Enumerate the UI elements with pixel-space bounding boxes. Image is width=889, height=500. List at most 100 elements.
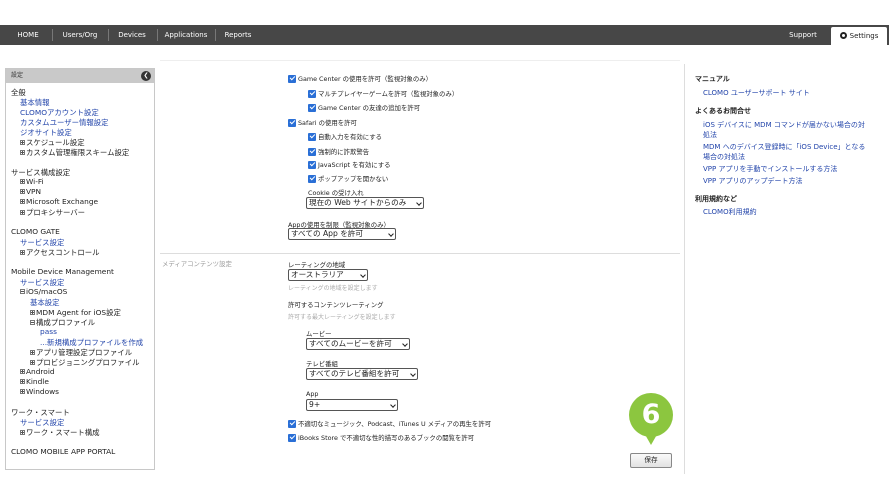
allowed-ratings-hint: 許可する最大レーティングを設定します bbox=[288, 314, 396, 321]
rating-region-hint: レーティングの地域を設定します bbox=[288, 285, 378, 292]
expand-icon[interactable] bbox=[30, 360, 35, 365]
nav-home[interactable]: HOME bbox=[8, 25, 48, 45]
faq-link[interactable]: VPP アプリのアップデート方法 bbox=[703, 176, 802, 186]
add-friends-checkbox[interactable]: Game Center の友達の追加を許可 bbox=[308, 103, 420, 112]
select-value: オーストラリア bbox=[291, 270, 344, 279]
sidebar-item[interactable]: プロキシサーバー bbox=[20, 207, 85, 218]
expand-icon[interactable] bbox=[20, 250, 25, 255]
app-rating-select[interactable]: 9+ bbox=[306, 399, 398, 411]
sidebar-item-label: iOS/macOS bbox=[26, 287, 68, 296]
expand-icon[interactable] bbox=[20, 369, 25, 374]
expand-icon[interactable] bbox=[20, 379, 25, 384]
expand-icon[interactable] bbox=[20, 210, 25, 215]
sidebar-item-label: CLOMOアカウント設定 bbox=[20, 108, 99, 117]
nav-divider bbox=[108, 29, 109, 41]
sidebar-item-label: ワーク・スマート bbox=[11, 408, 70, 417]
expand-icon[interactable] bbox=[20, 179, 25, 184]
sidebar-item-label: プロキシサーバー bbox=[26, 208, 86, 217]
support-site-link[interactable]: CLOMO ユーザーサポート サイト bbox=[703, 88, 810, 98]
save-button[interactable]: 保存 bbox=[630, 453, 672, 468]
nav-settings-tab[interactable]: Settings bbox=[831, 27, 887, 45]
nav-divider bbox=[157, 29, 158, 41]
sidebar-item-label: pass bbox=[40, 327, 57, 336]
nav-applications[interactable]: Applications bbox=[160, 25, 212, 45]
sidebar-group-heading: Mobile Device Management bbox=[11, 267, 114, 276]
checkbox-label: Game Center の友達の追加を許可 bbox=[318, 104, 421, 112]
faq-link[interactable]: iOS デバイスに MDM コマンドが届かない場合の対 bbox=[703, 120, 865, 130]
expand-icon[interactable] bbox=[20, 199, 25, 204]
collapse-icon[interactable]: ❮ bbox=[141, 71, 151, 81]
nav-reports[interactable]: Reports bbox=[218, 25, 258, 45]
sidebar-item-label: Windows bbox=[26, 387, 59, 396]
sidebar-item-label: 全般 bbox=[11, 88, 26, 97]
help-sidebar: マニュアル CLOMO ユーザーサポート サイト よくあるお問合せ iOS デバ… bbox=[684, 64, 889, 474]
expand-icon[interactable] bbox=[30, 310, 35, 315]
fraud-warning-checkbox[interactable]: 強制的に詐欺警告 bbox=[308, 147, 369, 156]
sidebar-item-label: ワーク・スマート構成 bbox=[26, 428, 100, 437]
app-usage-select[interactable]: すべての App を許可 bbox=[288, 228, 396, 240]
chevron-down-icon bbox=[390, 402, 396, 408]
movies-select[interactable]: すべてのムービーを許可 bbox=[306, 338, 410, 350]
tv-label: テレビ番組 bbox=[306, 360, 338, 368]
chevron-down-icon bbox=[410, 371, 416, 377]
sidebar-group-heading: CLOMO GATE bbox=[11, 227, 60, 236]
safari-checkbox[interactable]: Safari の使用を許可 bbox=[288, 118, 357, 127]
expand-icon[interactable] bbox=[20, 189, 25, 194]
movies-label: ムービー bbox=[306, 330, 332, 338]
sidebar-item[interactable]: Wi-Fi bbox=[20, 177, 44, 186]
sidebar-item[interactable]: iOS/macOS bbox=[20, 287, 67, 296]
sidebar-item[interactable]: Windows bbox=[20, 387, 59, 396]
checkbox-checked-icon bbox=[308, 89, 316, 98]
sidebar-item-label: CLOMO GATE bbox=[11, 227, 60, 236]
expand-icon[interactable] bbox=[30, 350, 35, 355]
nav-support[interactable]: Support bbox=[782, 25, 824, 45]
sidebar-title: 設定 bbox=[11, 72, 24, 79]
expand-icon[interactable] bbox=[20, 140, 25, 145]
multiplayer-checkbox[interactable]: マルチプレイヤーゲームを許可（監視対象のみ） bbox=[308, 89, 458, 98]
terms-link[interactable]: CLOMO利用規約 bbox=[703, 207, 757, 217]
cookie-select[interactable]: 現在の Web サイトからのみ bbox=[306, 197, 424, 209]
expand-icon[interactable] bbox=[20, 389, 25, 394]
game-center-checkbox[interactable]: Game Center の使用を許可（監視対象のみ） bbox=[288, 74, 432, 83]
faq-heading: よくあるお問合せ bbox=[695, 107, 751, 115]
top-nav: HOME Users/Org Devices Applications Repo… bbox=[0, 25, 889, 45]
sidebar-item[interactable]: カスタム管理権限スキーム設定 bbox=[20, 147, 129, 158]
top-divider bbox=[160, 60, 680, 61]
sidebar-header: 設定 ❮ bbox=[6, 69, 154, 83]
faq-link[interactable]: 処法 bbox=[703, 130, 717, 140]
nav-users-org[interactable]: Users/Org bbox=[56, 25, 104, 45]
expand-icon[interactable] bbox=[20, 430, 25, 435]
sidebar-item[interactable]: pass bbox=[40, 327, 57, 336]
collapse-tree-icon[interactable] bbox=[20, 289, 25, 294]
checkbox-label: 不適切なミュージック、Podcast、iTunes U メディアの再生を許可 bbox=[298, 420, 492, 428]
nav-devices[interactable]: Devices bbox=[112, 25, 152, 45]
expand-icon[interactable] bbox=[20, 150, 25, 155]
sidebar-item-label: プロビジョニングプロファイル bbox=[36, 358, 140, 367]
faq-link[interactable]: MDM へのデバイス登録時に「iOS Device」となる bbox=[703, 142, 865, 152]
sidebar-item-label: Android bbox=[26, 367, 55, 376]
faq-link[interactable]: 場合の対処法 bbox=[703, 152, 745, 162]
select-value: 現在の Web サイトからのみ bbox=[309, 198, 407, 207]
sidebar-item[interactable]: Microsoft Exchange bbox=[20, 197, 98, 206]
nav-divider bbox=[215, 29, 216, 41]
sidebar-item-label: MDM Agent for iOS設定 bbox=[36, 308, 121, 317]
faq-link[interactable]: VPP アプリを手動でインストールする方法 bbox=[703, 164, 837, 174]
sidebar-item-label: CLOMO MOBILE APP PORTAL bbox=[11, 447, 116, 456]
ibooks-checkbox[interactable]: iBooks Store で不適切な性的描写のあるブックの閲覧を許可 bbox=[288, 433, 474, 442]
autofill-checkbox[interactable]: 自動入力を有効にする bbox=[308, 132, 382, 141]
terms-heading: 利用規約など bbox=[695, 195, 737, 203]
sidebar-item[interactable]: VPN bbox=[20, 187, 41, 196]
rating-region-select[interactable]: オーストラリア bbox=[288, 269, 368, 281]
popups-checkbox[interactable]: ポップアップを開かない bbox=[308, 174, 388, 183]
sidebar-item-label: アプリ管理設定プロファイル bbox=[36, 348, 133, 357]
sidebar-item[interactable]: アクセスコントロール bbox=[20, 247, 100, 258]
tv-select[interactable]: すべてのテレビ番組を許可 bbox=[306, 368, 418, 380]
sidebar-item[interactable]: ワーク・スマート構成 bbox=[20, 427, 100, 438]
javascript-checkbox[interactable]: JavaScript を有効にする bbox=[308, 160, 390, 169]
cookie-label: Cookie の受け入れ bbox=[308, 189, 364, 197]
collapse-tree-icon[interactable] bbox=[30, 320, 35, 325]
sidebar-item[interactable]: Android bbox=[20, 367, 55, 376]
sidebar-item[interactable]: Kindle bbox=[20, 377, 49, 386]
explicit-media-checkbox[interactable]: 不適切なミュージック、Podcast、iTunes U メディアの再生を許可 bbox=[288, 419, 491, 428]
sidebar-item-label: 基本情報 bbox=[20, 98, 50, 107]
